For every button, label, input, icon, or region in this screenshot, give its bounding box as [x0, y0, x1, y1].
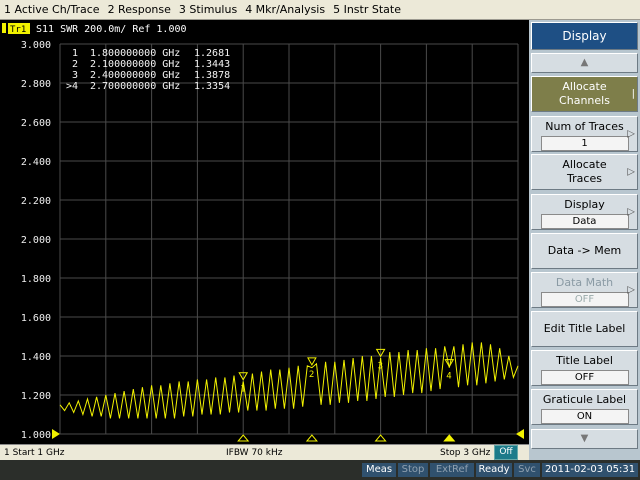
marker-table-frequency: 1.800000000 GHz	[90, 48, 180, 59]
marker-table-label: 3	[72, 70, 78, 81]
edit-title-label-button[interactable]: Edit Title Label	[531, 311, 638, 347]
y-tick-label: 1.200	[21, 391, 51, 402]
graticule-label-button[interactable]: Graticule Label ON	[531, 389, 638, 425]
start-frequency[interactable]: 1 Start 1 GHz	[4, 448, 65, 458]
num-of-traces-button[interactable]: Num of Traces 1 ▷	[531, 116, 638, 152]
status-stop: Stop	[398, 463, 428, 477]
trace-header-text: S11 SWR 200.0m/ Ref 1.000	[36, 24, 187, 35]
title-label-label: Title Label	[556, 354, 613, 367]
data-math-button[interactable]: Data Math OFF ▷	[531, 272, 638, 308]
ifbw[interactable]: IFBW 70 kHz	[226, 448, 282, 458]
status-extref: ExtRef	[430, 463, 474, 477]
data-to-mem-button[interactable]: Data -> Mem	[531, 233, 638, 269]
marker-table-value: 1.3354	[194, 81, 230, 92]
display-label: Display	[564, 198, 605, 211]
num-of-traces-value: 1	[540, 136, 629, 151]
stop-frequency[interactable]: Stop 3 GHz	[440, 448, 490, 458]
display-button[interactable]: Display Data ▷	[531, 194, 638, 230]
channel-footer: 1 Start 1 GHz IFBW 70 kHz Stop 3 GHz	[0, 444, 529, 461]
graticule-label-value: ON	[540, 409, 629, 424]
status-bar: Meas Stop ExtRef Ready Svc 2011-02-03 05…	[0, 460, 640, 480]
chevron-right-icon: ▷	[627, 128, 635, 140]
y-tick-label: 2.200	[21, 196, 51, 207]
chevron-right-icon: ▷	[627, 206, 635, 218]
trace-header-left-arrow	[2, 23, 6, 33]
marker-number: 2	[309, 370, 314, 380]
title-label-value: OFF	[540, 370, 629, 385]
sweep-off-indicator[interactable]: Off	[494, 445, 518, 460]
menu-active-ch-trace[interactable]: 1 Active Ch/Trace	[0, 3, 104, 16]
scroll-up-button[interactable]: ▲	[531, 53, 638, 73]
y-tick-label: 1.000	[21, 430, 51, 441]
swr-chart[interactable]: 3.000 2.800 2.600 2.400 2.200 2.000 1.800 1.600…	[0, 20, 529, 444]
graticule-label-label: Graticule Label	[542, 393, 627, 406]
allocate-channels-label: Allocate Channels	[559, 80, 610, 107]
allocate-traces-button[interactable]: Allocate Traces ▷	[531, 154, 638, 190]
num-of-traces-label: Num of Traces	[545, 120, 624, 133]
menu-instr-state[interactable]: 5 Instr State	[329, 3, 405, 16]
menu-bar: 1 Active Ch/Trace 2 Response 3 Stimulus …	[0, 0, 640, 20]
softkey-menu-title[interactable]: Display	[531, 22, 638, 50]
y-tick-label: 2.400	[21, 157, 51, 168]
chevron-right-icon: ▷	[627, 166, 635, 178]
marker-table-frequency: 2.100000000 GHz	[90, 59, 180, 70]
chevron-right-icon: |	[631, 88, 635, 100]
y-tick-label: 2.000	[21, 235, 51, 246]
scroll-down-button[interactable]: ▼	[531, 429, 638, 449]
marker-table-label: >4	[66, 81, 78, 92]
trace-badge[interactable]: Tr1	[10, 25, 26, 35]
menu-response[interactable]: 2 Response	[104, 3, 175, 16]
marker-table-frequency: 2.700000000 GHz	[90, 81, 180, 92]
status-svc: Svc	[514, 463, 540, 477]
status-ready: Ready	[476, 463, 512, 477]
y-tick-label: 2.800	[21, 79, 51, 90]
marker-table-label: 2	[72, 59, 78, 70]
y-tick-label: 3.000	[21, 40, 51, 51]
marker-table-value: 1.3878	[194, 70, 230, 81]
chevron-right-icon: ▷	[627, 284, 635, 296]
menu-stimulus[interactable]: 3 Stimulus	[175, 3, 241, 16]
marker-number: 4	[446, 372, 451, 382]
marker-number: 1	[240, 385, 245, 395]
marker-table: 1 1.800000000 GHz 1.2681 2 2.100000000 GHz 1.…	[66, 48, 230, 92]
y-tick-label: 2.600	[21, 118, 51, 129]
marker-table-value: 1.3443	[194, 59, 230, 70]
marker-table-frequency: 2.400000000 GHz	[90, 70, 180, 81]
marker-table-value: 1.2681	[194, 48, 230, 59]
status-meas: Meas	[362, 463, 396, 477]
down-arrow-icon: ▼	[580, 433, 589, 444]
allocate-channels-button[interactable]: Allocate Channels |	[531, 76, 638, 112]
softkey-panel: Display ▲ Allocate Channels | Num of Tra…	[529, 20, 640, 460]
plot-panel[interactable]: 3.000 2.800 2.600 2.400 2.200 2.000 1.800 1.600…	[0, 20, 529, 444]
status-datetime: 2011-02-03 05:31	[542, 463, 638, 477]
allocate-traces-label: Allocate Traces	[562, 158, 607, 185]
up-arrow-icon: ▲	[580, 57, 589, 68]
y-tick-label: 1.600	[21, 313, 51, 324]
marker-number: 3	[378, 361, 383, 371]
y-tick-label: 1.800	[21, 274, 51, 285]
marker-table-label: 1	[72, 48, 78, 59]
data-math-value: OFF	[540, 292, 629, 307]
menu-mkr-analysis[interactable]: 4 Mkr/Analysis	[241, 3, 329, 16]
y-tick-label: 1.400	[21, 352, 51, 363]
data-math-label: Data Math	[555, 276, 614, 289]
display-value: Data	[540, 214, 629, 229]
title-label-button[interactable]: Title Label OFF	[531, 350, 638, 386]
